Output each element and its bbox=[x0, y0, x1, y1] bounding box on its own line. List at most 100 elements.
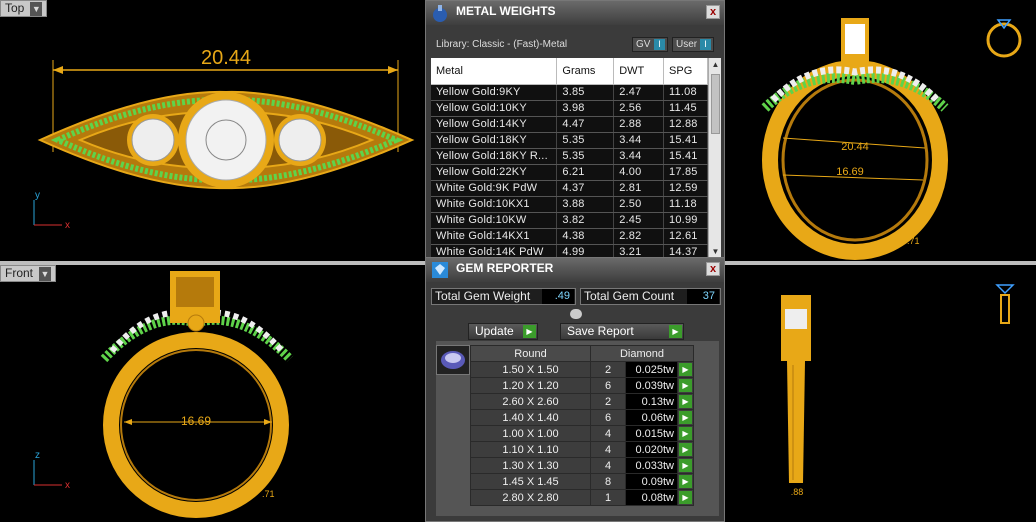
close-icon[interactable]: x bbox=[706, 262, 720, 276]
total-gem-weight-label: Total Gem Weight bbox=[435, 289, 531, 303]
metal-cell: White Gold:14K PdW bbox=[431, 244, 558, 258]
ring-nav-icon[interactable] bbox=[986, 19, 1022, 58]
chevron-down-icon[interactable]: ▼ bbox=[30, 1, 43, 16]
panel-splitter-handle[interactable] bbox=[570, 309, 582, 319]
gem-count: 6 bbox=[590, 409, 626, 426]
metal-cell: Yellow Gold:22KY bbox=[431, 164, 558, 181]
viewport-top[interactable]: Top ▼ 20.44 y x bbox=[0, 0, 425, 262]
metal-row[interactable]: Yellow Gold:14KY 4.47 2.88 12.88 bbox=[431, 116, 708, 133]
metal-row[interactable]: Yellow Gold:9KY 3.85 2.47 11.08 bbox=[431, 84, 708, 101]
top-dimension-label: 20.44 bbox=[201, 47, 251, 69]
metal-table-scrollbar[interactable]: ▲ ▼ bbox=[708, 58, 721, 258]
metal-cell: 3.98 bbox=[556, 100, 615, 117]
side-dim-label: .88 bbox=[791, 487, 804, 497]
gem-reporter-panel: GEM REPORTER x Total Gem Weight .49 Tota… bbox=[425, 257, 725, 522]
axis-x-label: x bbox=[65, 480, 70, 491]
gem-row[interactable]: 1.10 X 1.10 4 0.020tw ▶ bbox=[470, 441, 694, 458]
metal-row[interactable]: White Gold:14K PdW 4.99 3.21 14.37 bbox=[431, 244, 708, 258]
ring-side-nav-icon[interactable] bbox=[995, 284, 1015, 324]
metal-row[interactable]: White Gold:9K PdW 4.37 2.81 12.59 bbox=[431, 180, 708, 197]
metal-row[interactable]: Yellow Gold:18KY R... 5.35 3.44 15.41 bbox=[431, 148, 708, 165]
gem-row[interactable]: 1.45 X 1.45 8 0.09tw ▶ bbox=[470, 473, 694, 490]
gem-row-go-button[interactable]: ▶ bbox=[677, 473, 694, 490]
metal-row[interactable]: White Gold:10KX1 3.88 2.50 11.18 bbox=[431, 196, 708, 213]
gem-row[interactable]: 2.80 X 2.80 1 0.08tw ▶ bbox=[470, 489, 694, 506]
metal-col-header[interactable]: Metal bbox=[431, 58, 558, 85]
viewport-top-label[interactable]: Top ▼ bbox=[0, 0, 48, 17]
metal-cell: 4.00 bbox=[613, 164, 665, 181]
gem-row-go-button[interactable]: ▶ bbox=[677, 361, 694, 378]
metal-cell: 3.21 bbox=[613, 244, 665, 258]
gem-weight: 0.09tw bbox=[625, 473, 678, 490]
metal-row[interactable]: Yellow Gold:10KY 3.98 2.56 11.45 bbox=[431, 100, 708, 117]
metal-cell: White Gold:10KW bbox=[431, 212, 558, 229]
gem-size: 2.80 X 2.80 bbox=[470, 489, 591, 506]
scroll-up-icon[interactable]: ▲ bbox=[709, 58, 721, 71]
metal-row[interactable]: White Gold:10KW 3.82 2.45 10.99 bbox=[431, 212, 708, 229]
metal-cell: 4.38 bbox=[556, 228, 615, 245]
gem-weight: 0.06tw bbox=[625, 409, 678, 426]
play-icon: ▶ bbox=[523, 325, 536, 338]
viewport-front[interactable]: Front ▼ 16.69 .71 z x bbox=[0, 265, 425, 522]
gem-row[interactable]: 1.00 X 1.00 4 0.015tw ▶ bbox=[470, 425, 694, 442]
metal-cell: 10.99 bbox=[663, 212, 708, 229]
chevron-down-icon[interactable]: ▼ bbox=[39, 266, 52, 281]
viewport-front-label[interactable]: Front ▼ bbox=[0, 265, 57, 282]
gem-count: 4 bbox=[590, 457, 626, 474]
gem-row[interactable]: 2.60 X 2.60 2 0.13tw ▶ bbox=[470, 393, 694, 410]
viewport-perspective[interactable]: 20.44 16.69 .71 bbox=[725, 0, 1036, 262]
gem-row[interactable]: 1.50 X 1.50 2 0.025tw ▶ bbox=[470, 361, 694, 378]
save-report-button[interactable]: Save Report ▶ bbox=[560, 323, 684, 340]
total-gem-count: Total Gem Count 37 bbox=[580, 288, 721, 305]
gem-reporter-titlebar[interactable]: GEM REPORTER x bbox=[426, 258, 724, 282]
metal-cell: 3.44 bbox=[613, 148, 665, 165]
gem-row-go-button[interactable]: ▶ bbox=[677, 393, 694, 410]
metal-col-header[interactable]: SPG bbox=[663, 58, 708, 85]
gem-row-go-button[interactable]: ▶ bbox=[677, 409, 694, 426]
metal-row[interactable]: Yellow Gold:18KY 5.35 3.44 15.41 bbox=[431, 132, 708, 149]
gem-weight: 0.015tw bbox=[625, 425, 678, 442]
metal-cell: 2.45 bbox=[613, 212, 665, 229]
gem-row-go-button[interactable]: ▶ bbox=[677, 425, 694, 442]
ring-front-view: 16.69 .71 z x bbox=[33, 271, 294, 518]
save-report-label: Save Report bbox=[567, 324, 634, 338]
gem-count: 1 bbox=[590, 489, 626, 506]
close-icon[interactable]: x bbox=[706, 5, 720, 19]
gem-weight: 0.13tw bbox=[625, 393, 678, 410]
metal-col-header[interactable]: DWT bbox=[613, 58, 665, 85]
metal-cell: 6.21 bbox=[556, 164, 615, 181]
user-toggle[interactable]: User I bbox=[672, 37, 714, 52]
viewport-top-name: Top bbox=[5, 1, 25, 15]
persp-dim-a: 20.44 bbox=[841, 141, 869, 153]
metal-row[interactable]: White Gold:14KX1 4.38 2.82 12.61 bbox=[431, 228, 708, 245]
gem-count: 8 bbox=[590, 473, 626, 490]
gem-row-go-button[interactable]: ▶ bbox=[677, 441, 694, 458]
metal-col-header[interactable]: Grams bbox=[556, 58, 615, 85]
gem-weight: 0.020tw bbox=[625, 441, 678, 458]
gem-row[interactable]: 1.20 X 1.20 6 0.039tw ▶ bbox=[470, 377, 694, 394]
metal-cell: 12.59 bbox=[663, 180, 708, 197]
scroll-thumb[interactable] bbox=[711, 74, 720, 134]
gem-size: 1.30 X 1.30 bbox=[470, 457, 591, 474]
metal-row[interactable]: Yellow Gold:22KY 6.21 4.00 17.85 bbox=[431, 164, 708, 181]
gem-row-go-button[interactable]: ▶ bbox=[677, 489, 694, 506]
metal-cell: 2.82 bbox=[613, 228, 665, 245]
gem-row-go-button[interactable]: ▶ bbox=[677, 457, 694, 474]
metal-weights-panel: METAL WEIGHTS x Library: Classic - (Fast… bbox=[425, 0, 725, 262]
ring-top-view: 20.44 y x bbox=[33, 47, 415, 231]
round-diamond-icon bbox=[436, 345, 470, 375]
update-button[interactable]: Update ▶ bbox=[468, 323, 538, 340]
gem-row[interactable]: 1.40 X 1.40 6 0.06tw ▶ bbox=[470, 409, 694, 426]
gem-row[interactable]: 1.30 X 1.30 4 0.033tw ▶ bbox=[470, 457, 694, 474]
metal-weights-titlebar[interactable]: METAL WEIGHTS x bbox=[426, 1, 724, 25]
metal-cell: Yellow Gold:18KY bbox=[431, 132, 558, 149]
gem-weight: 0.039tw bbox=[625, 377, 678, 394]
axis-x-label: x bbox=[65, 220, 70, 231]
gv-toggle[interactable]: GV I bbox=[632, 37, 668, 52]
metal-cell: 11.18 bbox=[663, 196, 708, 213]
play-icon: ▶ bbox=[679, 427, 692, 440]
metal-cell: White Gold:10KX1 bbox=[431, 196, 558, 213]
viewport-side[interactable]: .88 bbox=[725, 265, 1036, 522]
front-small-dim: .71 bbox=[262, 489, 275, 499]
gem-row-go-button[interactable]: ▶ bbox=[677, 377, 694, 394]
